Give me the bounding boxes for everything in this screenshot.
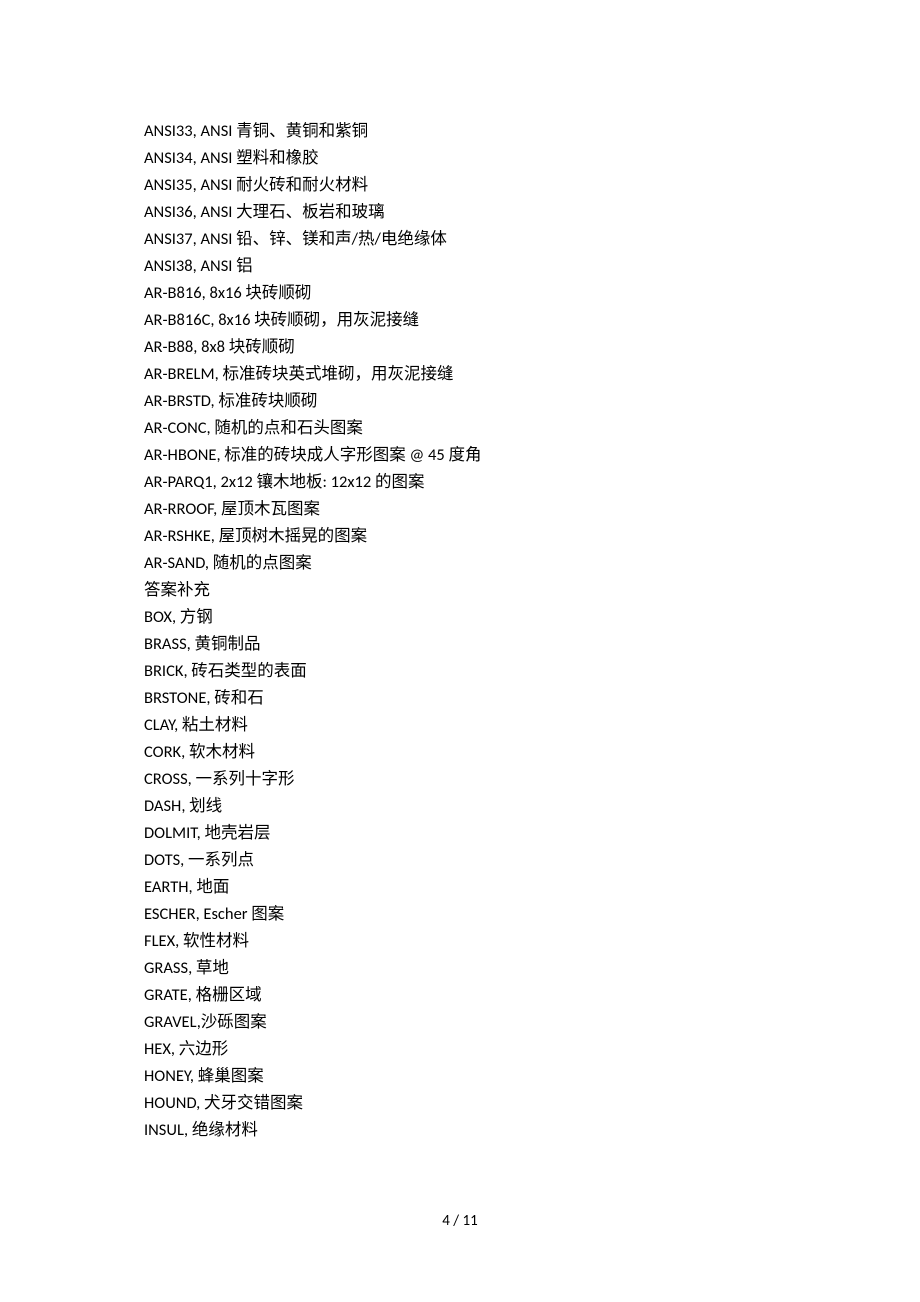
page-number: 4 / 11: [442, 1212, 477, 1230]
text-line: BRSTONE, 砖和石: [144, 685, 920, 712]
text-line: BRICK, 砖石类型的表面: [144, 658, 920, 685]
text-line: CROSS, 一系列十字形: [144, 766, 920, 793]
text-line: GRAVEL,沙砾图案: [144, 1009, 920, 1036]
text-line: CORK, 软木材料: [144, 739, 920, 766]
text-line: ANSI37, ANSI 铅、锌、镁和声/热/电绝缘体: [144, 226, 920, 253]
text-line: AR-HBONE, 标准的砖块成人字形图案 @ 45 度角: [144, 442, 920, 469]
text-line: AR-BRELM, 标准砖块英式堆砌，用灰泥接缝: [144, 361, 920, 388]
page-footer: 4 / 11: [0, 1212, 920, 1230]
text-lines: ANSI33, ANSI 青铜、黄铜和紫铜ANSI34, ANSI 塑料和橡胶A…: [144, 118, 920, 1144]
text-line: 答案补充: [144, 577, 920, 604]
text-line: AR-PARQ1, 2x12 镶木地板: 12x12 的图案: [144, 469, 920, 496]
text-line: AR-CONC, 随机的点和石头图案: [144, 415, 920, 442]
text-line: AR-SAND, 随机的点图案: [144, 550, 920, 577]
text-line: AR-B816, 8x16 块砖顺砌: [144, 280, 920, 307]
text-line: BOX, 方钢: [144, 604, 920, 631]
text-line: FLEX, 软性材料: [144, 928, 920, 955]
text-line: AR-BRSTD, 标准砖块顺砌: [144, 388, 920, 415]
text-line: HOUND, 犬牙交错图案: [144, 1090, 920, 1117]
text-line: DOTS, 一系列点: [144, 847, 920, 874]
text-line: AR-B816C, 8x16 块砖顺砌，用灰泥接缝: [144, 307, 920, 334]
text-line: DOLMIT, 地壳岩层: [144, 820, 920, 847]
text-line: AR-B88, 8x8 块砖顺砌: [144, 334, 920, 361]
text-line: ANSI36, ANSI 大理石、板岩和玻璃: [144, 199, 920, 226]
text-line: DASH, 划线: [144, 793, 920, 820]
text-line: ESCHER, Escher 图案: [144, 901, 920, 928]
text-line: INSUL, 绝缘材料: [144, 1117, 920, 1144]
text-line: ANSI34, ANSI 塑料和橡胶: [144, 145, 920, 172]
text-line: CLAY, 粘土材料: [144, 712, 920, 739]
page-content: ANSI33, ANSI 青铜、黄铜和紫铜ANSI34, ANSI 塑料和橡胶A…: [0, 0, 920, 1144]
text-line: BRASS, 黄铜制品: [144, 631, 920, 658]
text-line: ANSI35, ANSI 耐火砖和耐火材料: [144, 172, 920, 199]
text-line: ANSI33, ANSI 青铜、黄铜和紫铜: [144, 118, 920, 145]
text-line: ANSI38, ANSI 铝: [144, 253, 920, 280]
text-line: HONEY, 蜂巢图案: [144, 1063, 920, 1090]
text-line: GRATE, 格栅区域: [144, 982, 920, 1009]
text-line: EARTH, 地面: [144, 874, 920, 901]
text-line: HEX, 六边形: [144, 1036, 920, 1063]
text-line: GRASS, 草地: [144, 955, 920, 982]
text-line: AR-RROOF, 屋顶木瓦图案: [144, 496, 920, 523]
text-line: AR-RSHKE, 屋顶树木摇晃的图案: [144, 523, 920, 550]
